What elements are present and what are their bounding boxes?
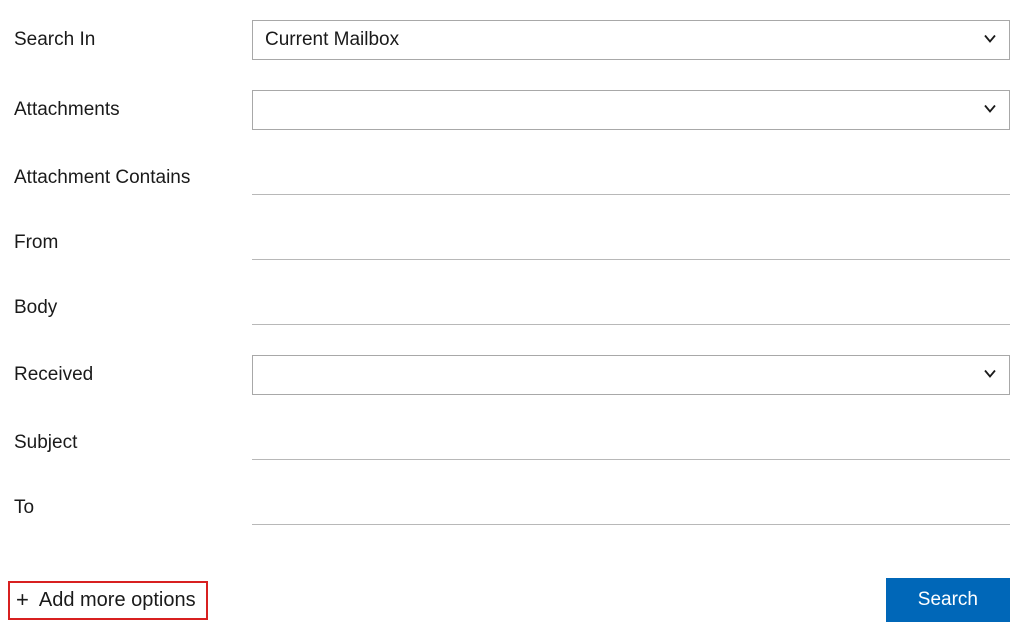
to-row: To [14, 490, 1010, 525]
attachments-row: Attachments [14, 90, 1010, 130]
attachments-label: Attachments [14, 99, 252, 121]
search-in-row: Search In Current Mailbox [14, 20, 1010, 60]
attachment-contains-input[interactable] [252, 160, 1010, 195]
add-more-options-label: Add more options [39, 589, 196, 612]
search-in-value: Current Mailbox [265, 29, 399, 51]
from-row: From [14, 225, 1010, 260]
plus-icon: + [16, 589, 29, 611]
bottom-action-bar: + Add more options Search [8, 578, 1010, 622]
from-input[interactable] [252, 225, 1010, 260]
subject-input[interactable] [252, 425, 1010, 460]
subject-row: Subject [14, 425, 1010, 460]
body-label: Body [14, 297, 252, 319]
received-label: Received [14, 364, 252, 386]
search-in-dropdown[interactable]: Current Mailbox [252, 20, 1010, 60]
search-button[interactable]: Search [886, 578, 1010, 622]
add-more-options-button[interactable]: + Add more options [8, 581, 208, 620]
advanced-search-form: Search In Current Mailbox Attachments At… [14, 20, 1010, 525]
from-label: From [14, 232, 252, 254]
search-in-label: Search In [14, 29, 252, 51]
attachment-contains-row: Attachment Contains [14, 160, 1010, 195]
body-row: Body [14, 290, 1010, 325]
to-input[interactable] [252, 490, 1010, 525]
attachment-contains-label: Attachment Contains [14, 167, 252, 189]
chevron-down-icon [983, 100, 997, 121]
subject-label: Subject [14, 432, 252, 454]
received-row: Received [14, 355, 1010, 395]
received-dropdown[interactable] [252, 355, 1010, 395]
to-label: To [14, 497, 252, 519]
body-input[interactable] [252, 290, 1010, 325]
chevron-down-icon [983, 365, 997, 386]
attachments-dropdown[interactable] [252, 90, 1010, 130]
chevron-down-icon [983, 30, 997, 51]
